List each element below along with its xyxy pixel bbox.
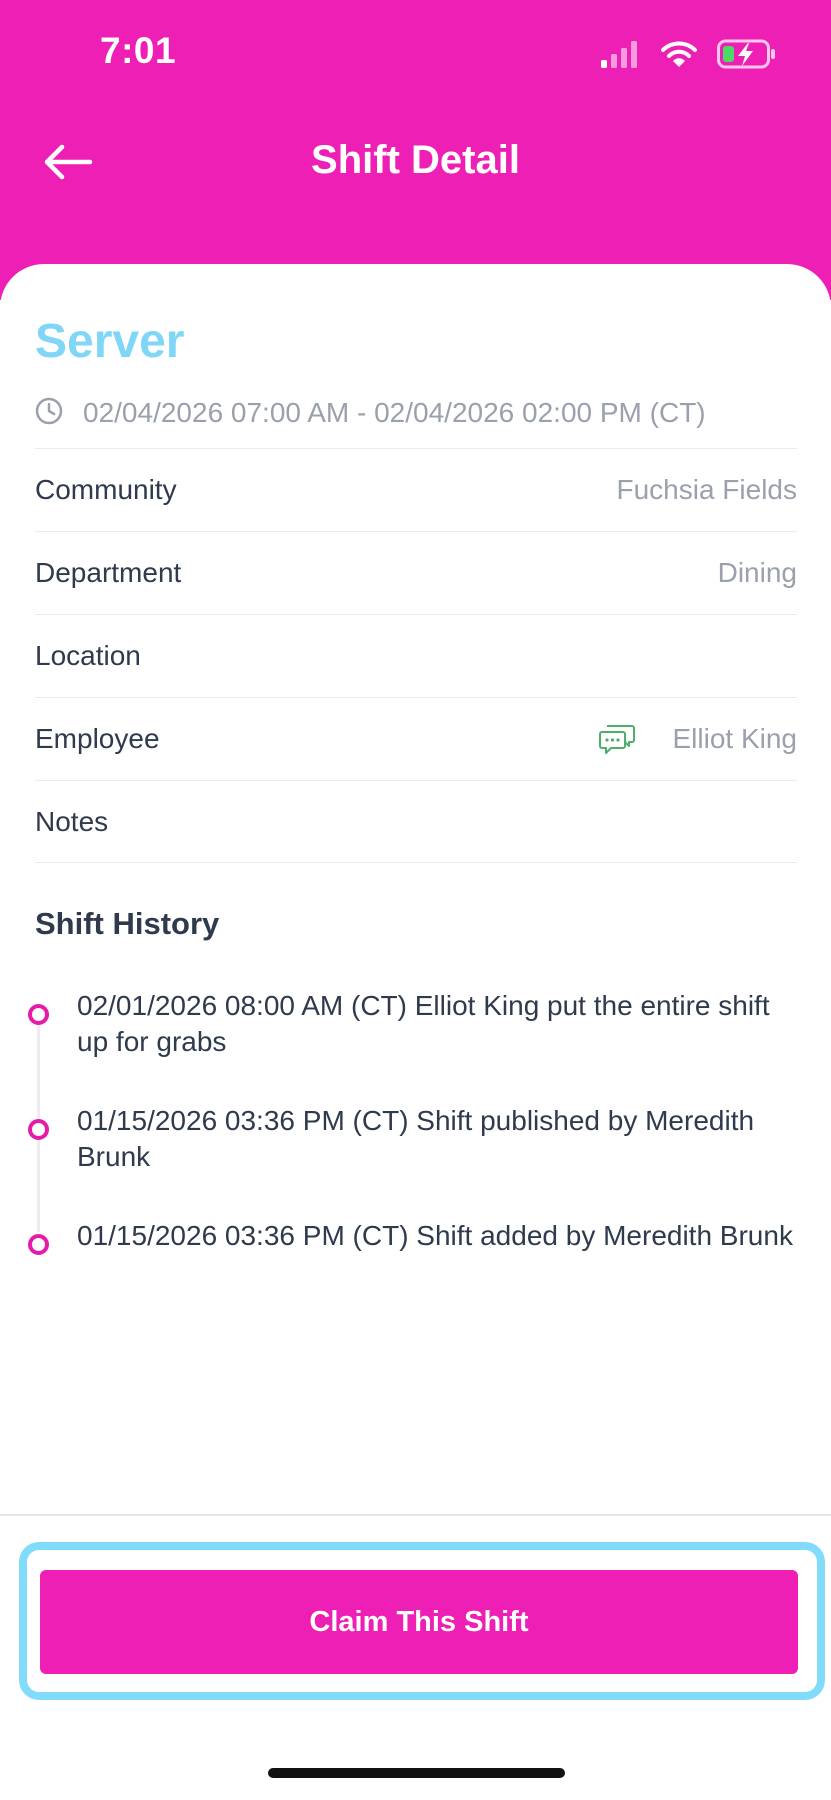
timeline-dot-icon xyxy=(28,1004,49,1025)
battery-charging-icon xyxy=(717,39,777,74)
timeline-dot-icon xyxy=(28,1234,49,1255)
clock-icon xyxy=(35,397,63,430)
status-time: 7:01 xyxy=(100,30,177,71)
detail-label: Location xyxy=(35,640,141,671)
history-item: 02/01/2026 08:00 AM (CT) Elliot King put… xyxy=(26,988,797,1103)
shift-role-title: Server xyxy=(35,315,185,368)
detail-row-community: Community Fuchsia Fields xyxy=(35,448,797,531)
history-item: 01/15/2026 03:36 PM (CT) Shift published… xyxy=(26,1103,797,1218)
chat-icon[interactable] xyxy=(598,723,636,755)
detail-row-location: Location xyxy=(35,614,797,697)
status-icons xyxy=(601,38,777,74)
detail-label: Community xyxy=(35,474,177,505)
shift-history-title: Shift History xyxy=(35,906,220,941)
history-item: 01/15/2026 03:36 PM (CT) Shift added by … xyxy=(26,1218,797,1333)
home-indicator[interactable] xyxy=(268,1768,565,1778)
claim-shift-button[interactable]: Claim This Shift xyxy=(40,1570,798,1674)
detail-label: Department xyxy=(35,557,182,588)
employee-value-group: Elliot King xyxy=(598,723,797,755)
detail-label: Employee xyxy=(35,723,160,754)
app-header: 7:01 Shift Detail xyxy=(0,0,831,300)
page-title: Shift Detail xyxy=(311,138,520,182)
detail-row-employee: Employee Elliot King xyxy=(35,697,797,780)
detail-row-notes: Notes xyxy=(35,780,797,863)
history-item-text: 02/01/2026 08:00 AM (CT) Elliot King put… xyxy=(77,990,770,1057)
detail-row-department: Department Dining xyxy=(35,531,797,614)
timeline-dot-icon xyxy=(28,1119,49,1140)
shift-datetime-row: 02/04/2026 07:00 AM - 02/04/2026 02:00 P… xyxy=(35,388,797,438)
history-item-text: 01/15/2026 03:36 PM (CT) Shift published… xyxy=(77,1105,755,1172)
bottom-divider xyxy=(0,1514,831,1516)
shift-history-timeline: 02/01/2026 08:00 AM (CT) Elliot King put… xyxy=(26,988,797,1333)
history-item-text: 01/15/2026 03:36 PM (CT) Shift added by … xyxy=(77,1220,793,1251)
signal-icon xyxy=(601,40,641,73)
detail-label: Notes xyxy=(35,805,109,837)
detail-value: Fuchsia Fields xyxy=(616,474,797,505)
wifi-icon xyxy=(661,40,697,73)
shift-details-list: Community Fuchsia Fields Department Dini… xyxy=(35,448,797,863)
detail-value: Dining xyxy=(717,557,797,588)
detail-value: Elliot King xyxy=(672,723,797,754)
shift-datetime: 02/04/2026 07:00 AM - 02/04/2026 02:00 P… xyxy=(83,397,706,428)
